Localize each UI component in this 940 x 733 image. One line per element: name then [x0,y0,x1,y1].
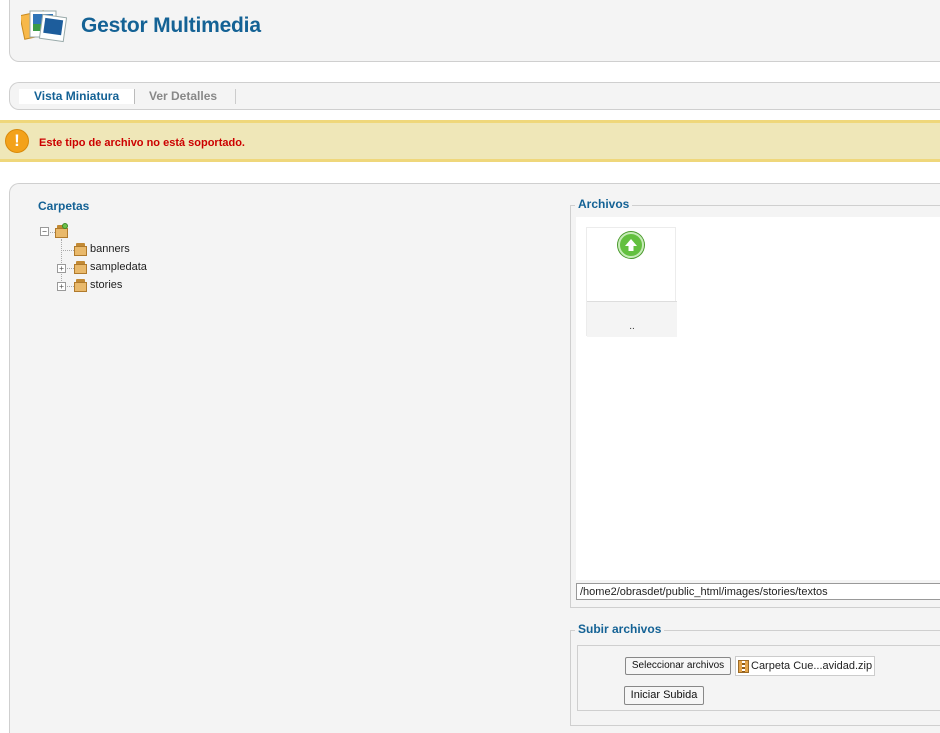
tree-item-label: sampledata [90,261,147,273]
tree-item-label: stories [90,279,123,291]
files-title: Archivos [575,197,633,211]
warning-icon: ! [5,129,29,153]
current-path-field[interactable] [576,583,940,600]
file-item-parent[interactable]: .. [586,227,677,337]
files-panel: Archivos .. [570,197,940,608]
collapse-toggle[interactable]: − [40,227,49,236]
selected-file[interactable]: Carpeta Cue...avidad.zip [735,656,875,676]
error-alert: ! Este tipo de archivo no está soportado… [0,120,940,162]
files-grid: .. [576,217,940,580]
root-folder-icon[interactable] [55,223,68,238]
select-files-button[interactable]: Seleccionar archivos [625,657,731,675]
upload-form: Seleccionar archivos Carpeta Cue...avida… [577,645,940,711]
folder-icon [74,261,87,274]
page-header: Gestor Multimedia [9,0,940,62]
selected-file-name: Carpeta Cue...avidad.zip [751,660,873,672]
tab-thumbnail-view[interactable]: Vista Miniatura [19,89,135,104]
page-title: Gestor Multimedia [81,14,261,37]
tree-item-label: banners [90,243,130,255]
upload-panel: Subir archivos Seleccionar archivos Carp… [570,622,940,726]
file-item-label: .. [587,301,677,337]
media-images-icon [21,10,67,43]
alert-message: Este tipo de archivo no está soportado. [39,137,245,149]
expand-toggle[interactable]: + [57,282,66,291]
folder-icon [74,279,87,292]
start-upload-button[interactable]: Iniciar Subida [624,686,704,705]
tab-details-view[interactable]: Ver Detalles [149,89,236,104]
zip-file-icon [738,660,749,673]
view-tabs: Vista Miniatura Ver Detalles [9,82,940,110]
upload-title: Subir archivos [575,622,665,636]
folder-icon [74,243,87,256]
media-manager-panel: Carpetas − banners + sampledata + storie… [9,183,940,733]
folders-title: Carpetas [38,199,90,213]
expand-toggle[interactable]: + [57,264,66,273]
folder-up-icon [618,232,644,258]
